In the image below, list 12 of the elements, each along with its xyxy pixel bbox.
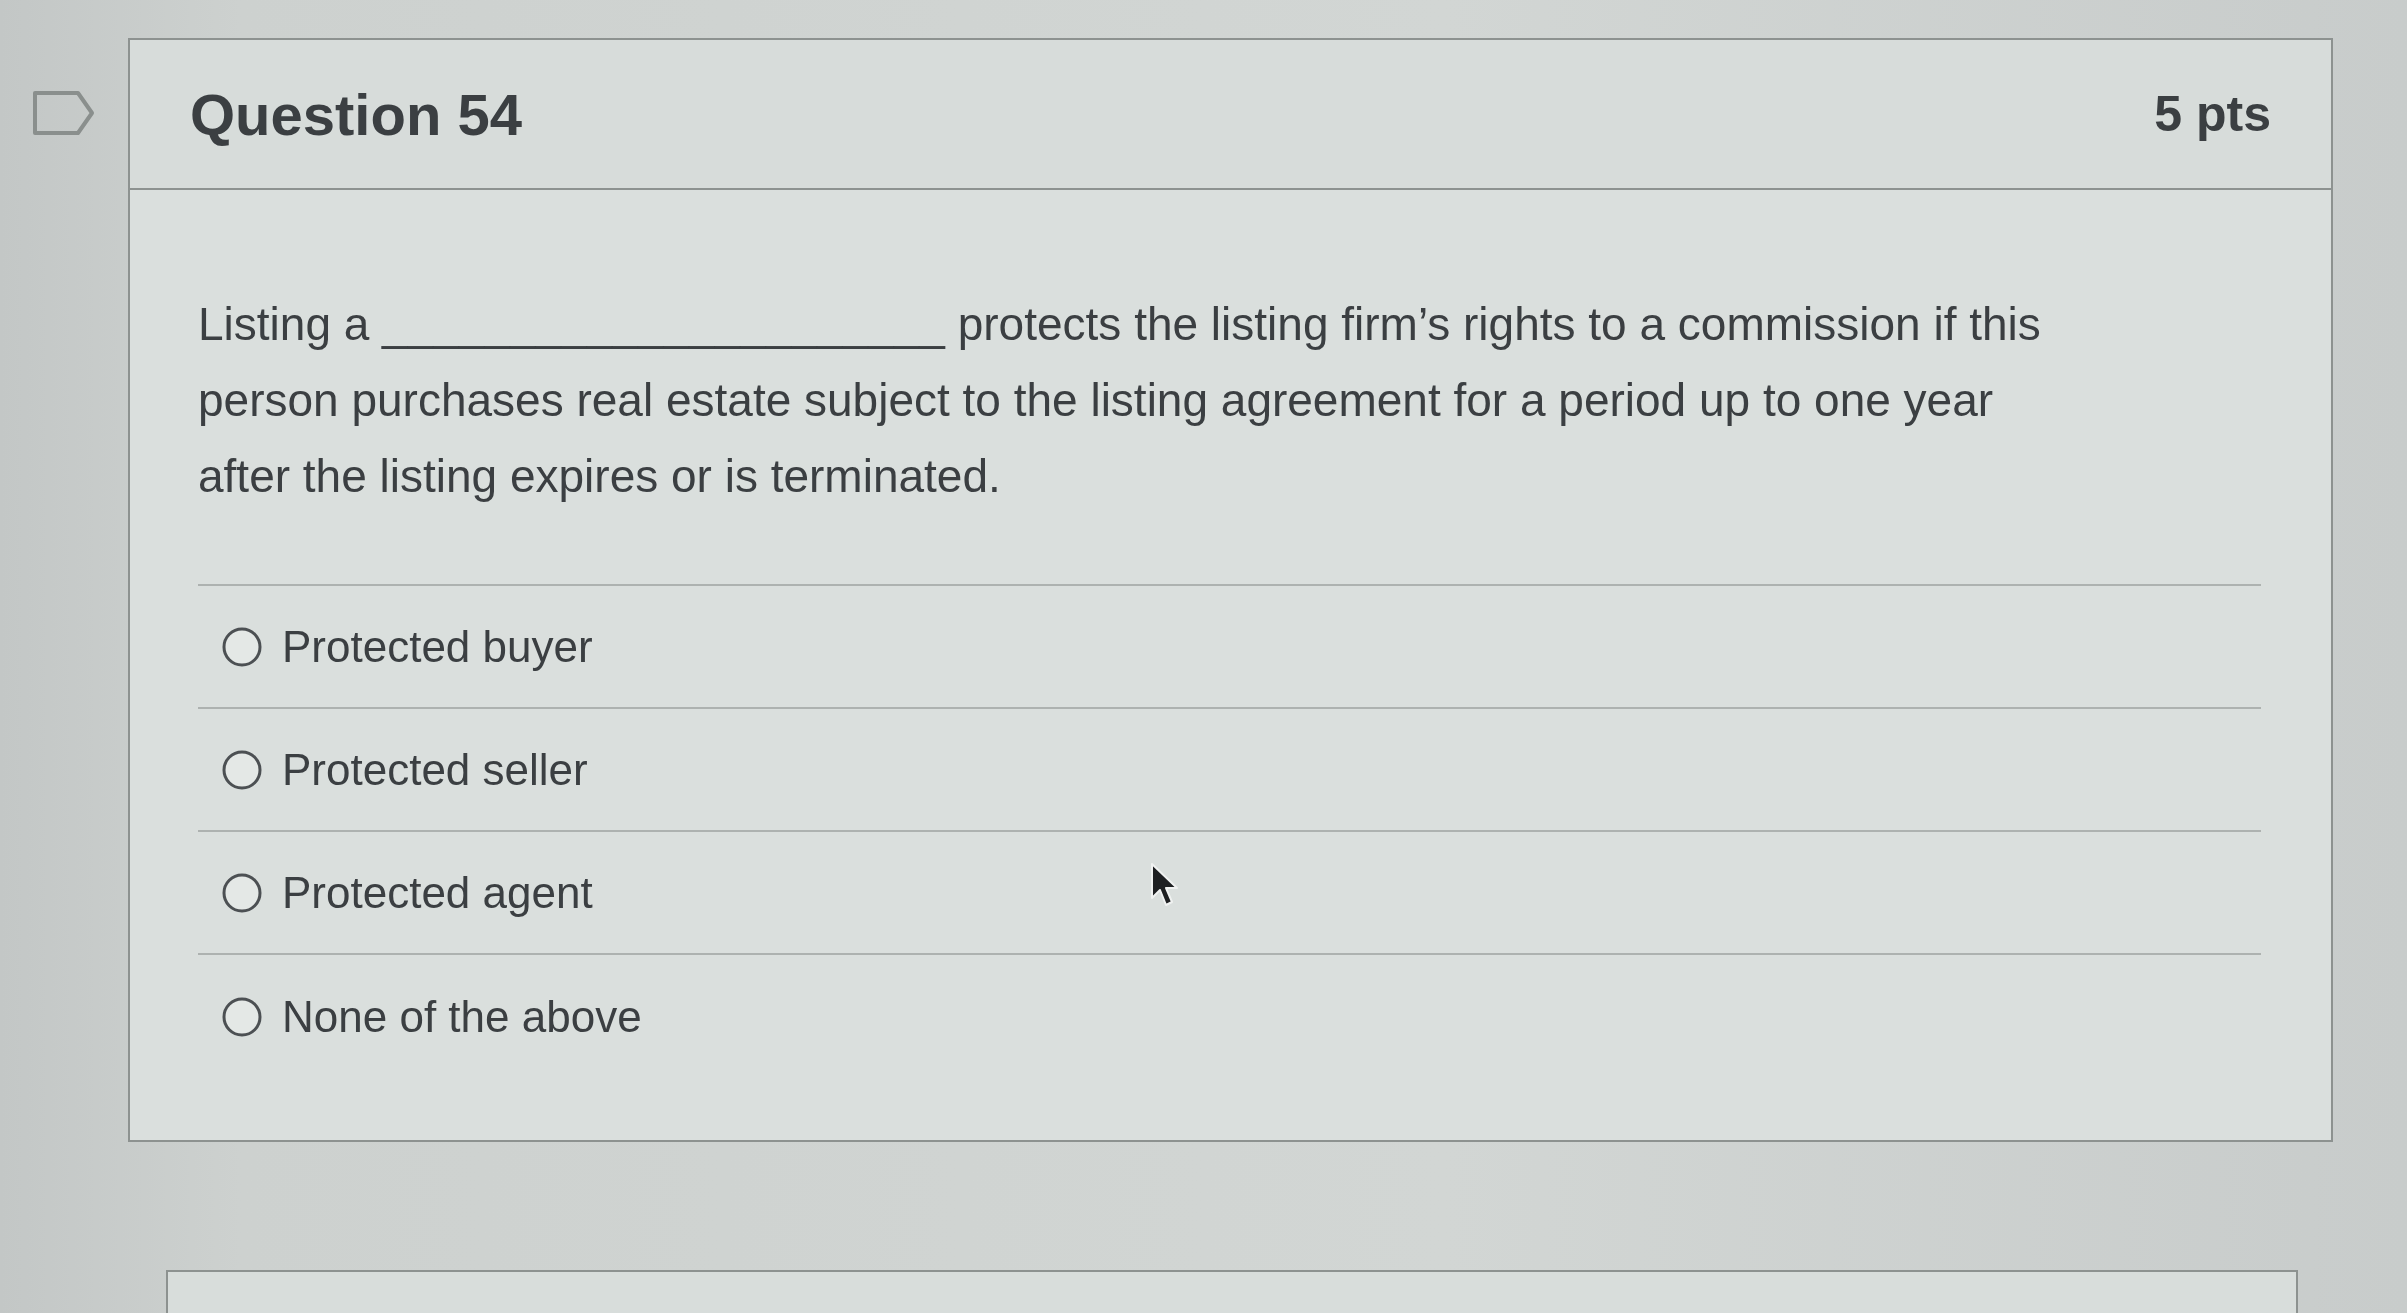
answer-label[interactable]: Protected agent <box>282 867 593 918</box>
answer-label[interactable]: Protected seller <box>282 744 588 795</box>
radio-button[interactable] <box>222 626 262 667</box>
cursor-icon <box>1150 862 1180 908</box>
answer-label[interactable]: None of the above <box>282 991 642 1042</box>
radio-button[interactable] <box>222 872 262 913</box>
question-text: Listing a ______________________ protects the listing firm’s rights to a commission if this person purchases real estate subject to the listing agreement for a period up to one year after the listing expires or is terminated. <box>198 297 2042 504</box>
radio-button[interactable] <box>222 996 262 1037</box>
radio-button[interactable] <box>222 749 262 790</box>
points-label: 5 pts <box>2154 85 2271 143</box>
question-title: Question 54 <box>190 80 522 148</box>
answer-label[interactable]: Protected buyer <box>282 621 593 672</box>
